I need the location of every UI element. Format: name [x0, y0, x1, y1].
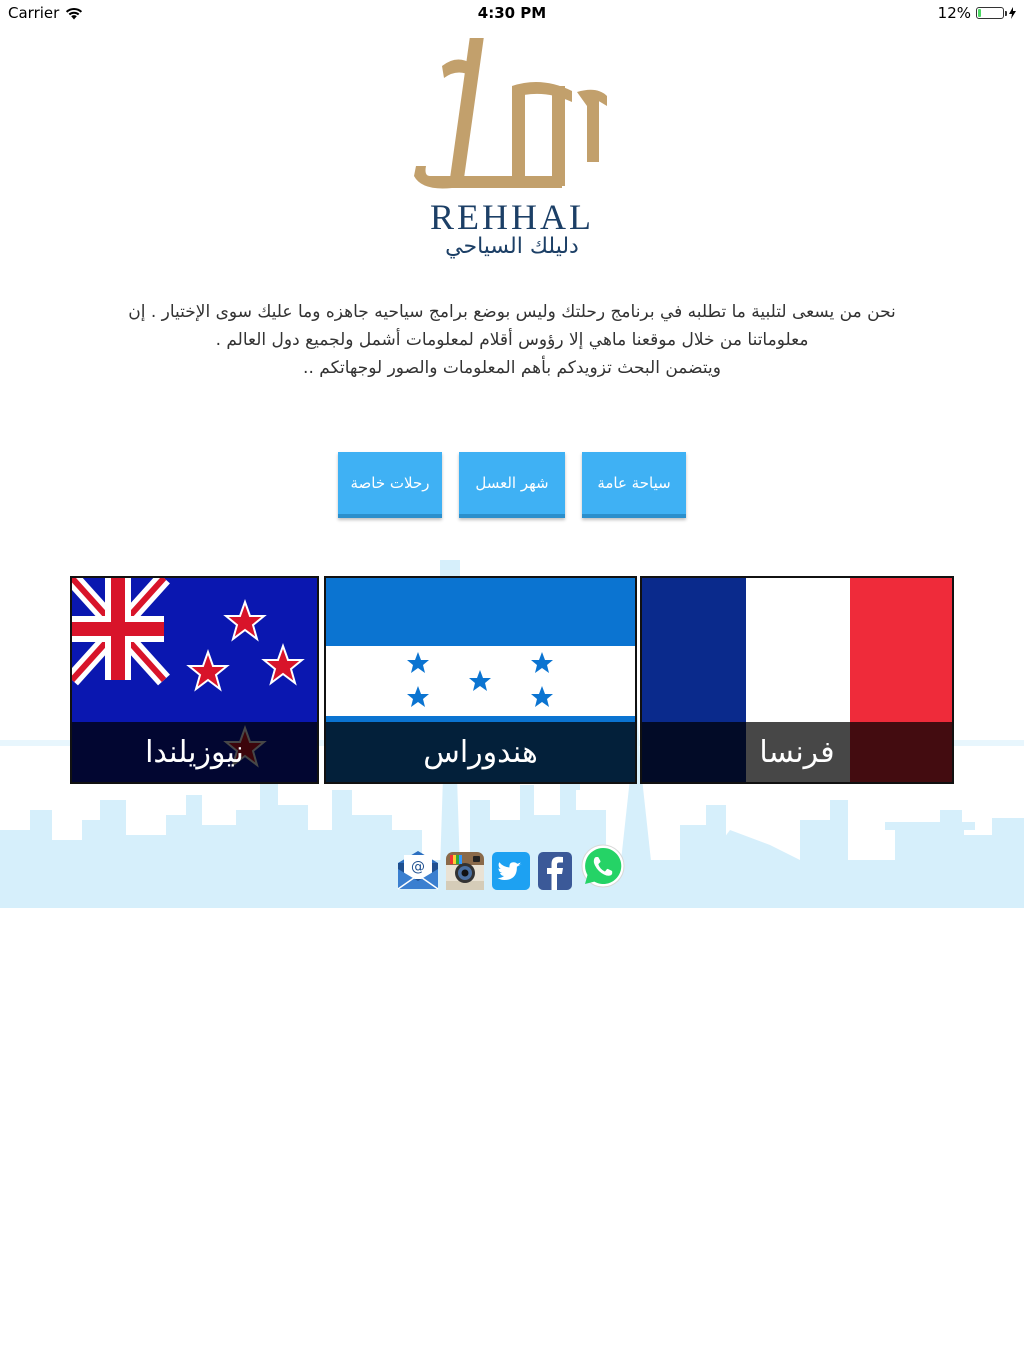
clock: 4:30 PM [477, 4, 547, 22]
country-name: فرنسا [642, 722, 952, 782]
logo-wordmark: REHHAL [430, 197, 594, 237]
facebook-icon[interactable] [537, 851, 573, 891]
battery-fill [978, 9, 981, 17]
country-name: نيوزيلندا [72, 722, 317, 782]
intro-text: نحن من يسعى لتلبية ما تطلبه في برنامج رح… [90, 298, 934, 382]
rehhal-logo-mark [414, 38, 607, 189]
battery-icon [976, 7, 1007, 19]
status-bar: Carrier 4:30 PM 12% [0, 0, 1024, 26]
intro-line: نحن من يسعى لتلبية ما تطلبه في برنامج رح… [128, 302, 896, 322]
whatsapp-icon[interactable] [579, 843, 627, 891]
rehhal-logo: REHHAL دليلك السياحي [412, 36, 612, 260]
twitter-icon[interactable] [491, 851, 531, 891]
country-card-france[interactable]: فرنسا [640, 576, 954, 784]
category-buttons: سياحة عامة شهر العسل رحلات خاصة [0, 452, 1024, 518]
battery-status: 12% [938, 4, 1016, 22]
svg-text:@: @ [411, 859, 425, 875]
country-card-new-zealand[interactable]: نيوزيلندا [70, 576, 319, 784]
battery-percent: 12% [937, 4, 971, 22]
intro-line: ويتضمن البحث تزويدكم بأهم المعلومات والص… [303, 358, 721, 378]
charging-bolt-icon [1009, 7, 1016, 19]
intro-line: معلوماتنا من خلال موقعنا ماهي إلا رؤوس أ… [215, 330, 809, 350]
private-trips-button[interactable]: رحلات خاصة [338, 452, 442, 518]
country-card-honduras[interactable]: هندوراس [324, 576, 637, 784]
logo-tagline: دليلك السياحي [445, 234, 579, 259]
instagram-icon[interactable] [445, 851, 485, 891]
social-links: @ [0, 843, 1024, 891]
country-name: هندوراس [326, 722, 635, 782]
honeymoon-button[interactable]: شهر العسل [459, 452, 565, 518]
email-icon[interactable]: @ [397, 849, 439, 891]
general-tourism-button[interactable]: سياحة عامة [582, 452, 686, 518]
